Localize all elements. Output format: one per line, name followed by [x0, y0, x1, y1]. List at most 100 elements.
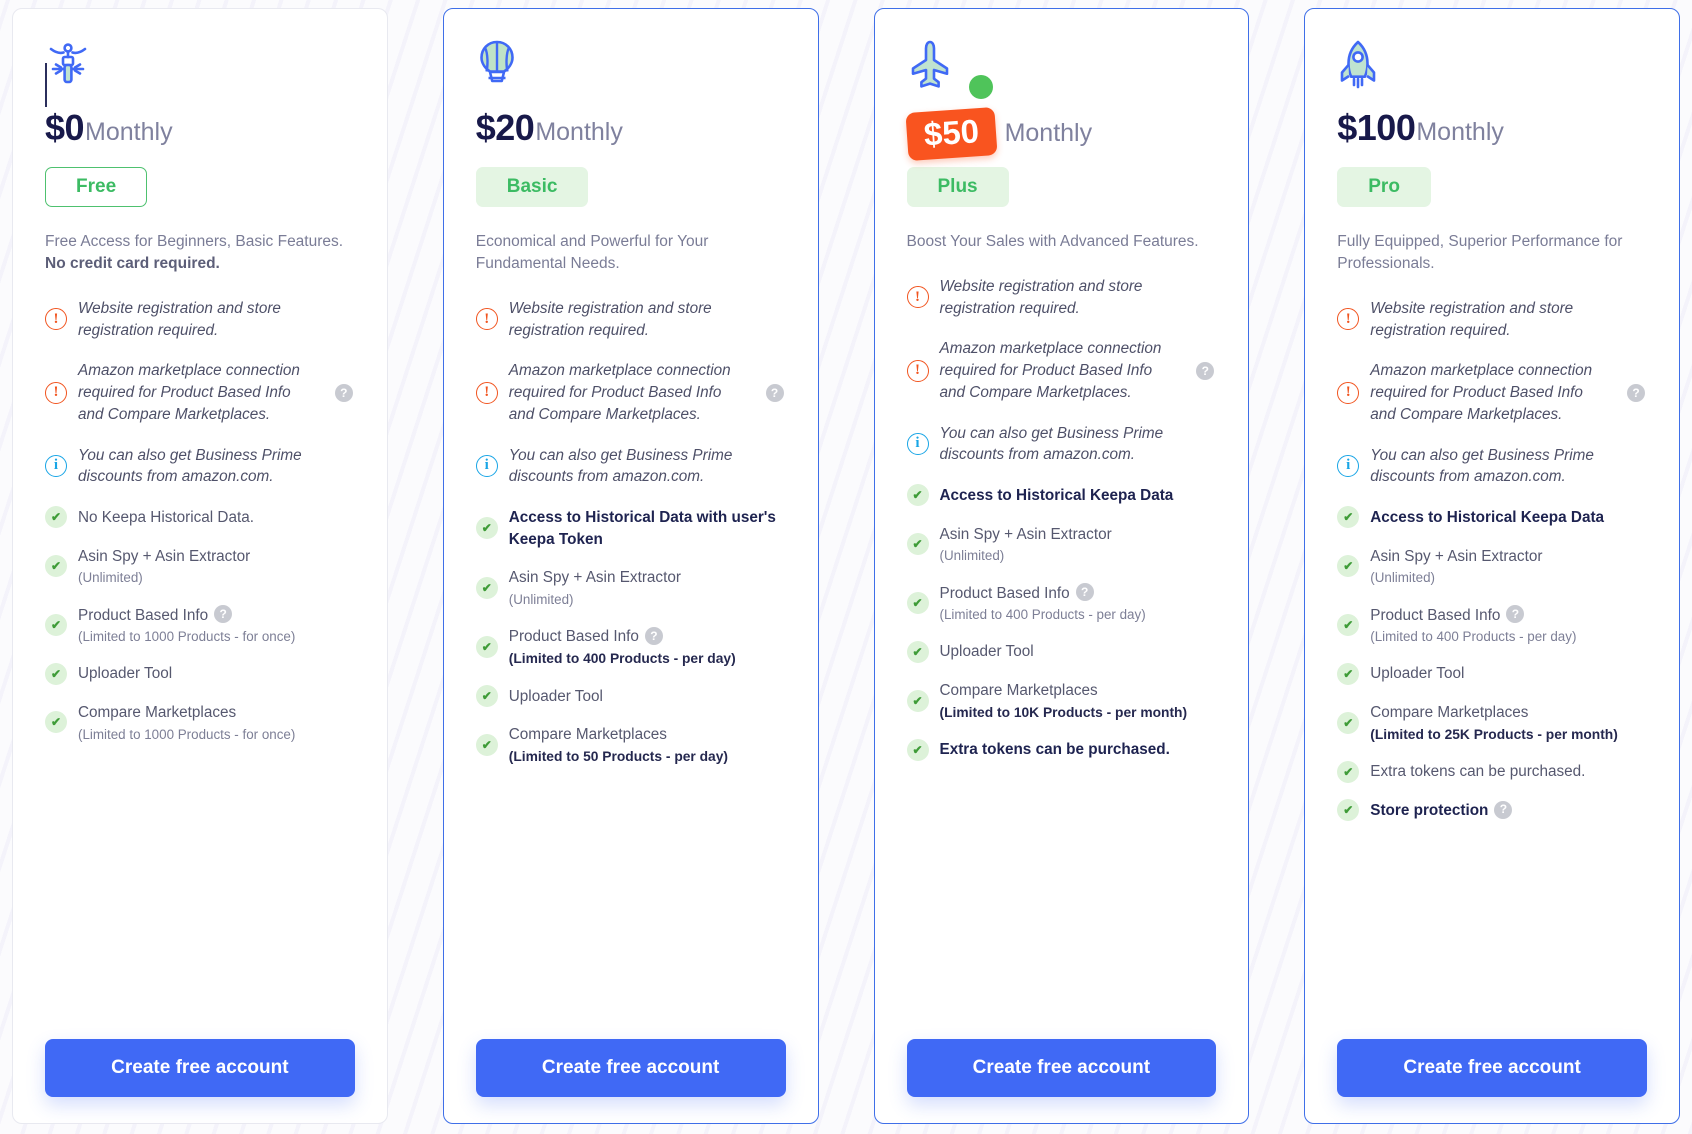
check-icon: ✔: [906, 738, 929, 761]
price-row: $50 Monthly: [904, 106, 1217, 162]
hot-air-balloon-icon: [476, 39, 786, 101]
feature-text: Extra tokens can be purchased.: [940, 738, 1170, 761]
feature-text: You can also get Business Prime discount…: [1370, 444, 1647, 488]
feature-label: Uploader Tool: [1370, 665, 1465, 683]
price-amount: $0: [45, 107, 85, 148]
price-period: Monthly: [1004, 119, 1093, 147]
feature-item: ! Website registration and store registra…: [475, 297, 786, 341]
feature-item: ! Amazon marketplace connection required …: [475, 359, 786, 425]
feature-list: ! Website registration and store registra…: [906, 275, 1217, 1039]
feature-label: Amazon marketplace connection required f…: [508, 362, 731, 423]
check-icon: ✔: [906, 533, 929, 556]
feature-item: ✔ Extra tokens can be purchased.: [906, 738, 1217, 761]
create-free-account-button[interactable]: Create free account: [475, 1039, 786, 1097]
feature-label: Extra tokens can be purchased.: [1370, 763, 1586, 781]
feature-item: ! Website registration and store registra…: [45, 297, 355, 341]
feature-item: ✔ Product Based Info? (Limited to 400 Prod…: [906, 582, 1217, 625]
price-period: Monthly: [535, 118, 623, 146]
feature-label: Asin Spy + Asin Extractor: [78, 547, 251, 565]
feature-item: ! Website registration and store registra…: [906, 275, 1217, 319]
pricing-card-pro: $100 Monthly Pro Fully Equipped, Superior P…: [1304, 8, 1680, 1124]
plan-name-badge: Free: [45, 167, 148, 207]
help-icon[interactable]: ?: [1506, 605, 1525, 624]
alert-icon: !: [906, 359, 929, 382]
create-free-account-button[interactable]: Create free account: [45, 1039, 355, 1097]
feature-text: Store protection?: [1370, 799, 1513, 822]
help-icon[interactable]: ?: [214, 605, 233, 624]
feature-item: ✔ Asin Spy + Asin Extractor (Unlimited): [1337, 545, 1647, 588]
plan-tagline-text: Economical and Powerful for Your Fundame…: [475, 233, 709, 272]
feature-text: Uploader Tool: [78, 662, 172, 685]
help-icon[interactable]: ?: [1075, 583, 1094, 602]
plan-tagline-emphasis: No credit card required.: [45, 255, 220, 272]
check-icon: ✔: [475, 684, 498, 707]
feature-sublabel: (Limited to 50 Products - per day): [508, 748, 728, 764]
feature-text: Amazon marketplace connection required f…: [940, 337, 1217, 403]
feature-text: Compare Marketplaces (Limited to 10K Prod…: [940, 679, 1188, 722]
feature-sublabel: (Limited to 400 Products - per day): [939, 607, 1146, 623]
plan-tagline: Economical and Powerful for Your Fundame…: [476, 231, 786, 275]
feature-sublabel: (Unlimited): [508, 592, 574, 608]
help-icon[interactable]: ?: [644, 627, 663, 646]
help-icon[interactable]: ?: [765, 383, 784, 402]
feature-text: You can also get Business Prime discount…: [940, 422, 1217, 466]
feature-item: ! Amazon marketplace connection required …: [1337, 359, 1647, 425]
feature-text: Access to Historical Data with user's Ke…: [509, 506, 786, 550]
feature-label: Website registration and store registrat…: [78, 300, 281, 339]
feature-sublabel: (Limited to 400 Products - per day): [1370, 629, 1577, 645]
feature-item: i You can also get Business Prime discoun…: [1337, 444, 1647, 488]
feature-sublabel: (Unlimited): [78, 570, 143, 586]
feature-label: You can also get Business Prime discount…: [1370, 446, 1594, 486]
feature-text: No Keepa Historical Data.: [78, 506, 254, 529]
alert-icon: !: [1337, 381, 1360, 404]
create-free-account-button[interactable]: Create free account: [1337, 1039, 1647, 1097]
feature-list: ! Website registration and store registra…: [475, 297, 786, 1039]
feature-label: Amazon marketplace connection required f…: [939, 340, 1162, 401]
feature-sublabel: (Limited to 400 Products - per day): [508, 650, 736, 666]
check-icon: ✔: [45, 711, 67, 734]
feature-label: Uploader Tool: [508, 687, 603, 705]
feature-label: Asin Spy + Asin Extractor: [939, 525, 1112, 543]
help-icon[interactable]: ?: [334, 383, 353, 402]
feature-item: ✔ Compare Marketplaces (Limited to 1000 Pr…: [45, 701, 355, 744]
alert-icon: !: [475, 308, 498, 331]
feature-item: ✔ Product Based Info? (Limited to 400 Prod…: [1337, 604, 1647, 647]
feature-label: No Keepa Historical Data.: [78, 509, 254, 527]
plan-name-badge: Pro: [1337, 167, 1431, 207]
price-tag-badge: $50: [904, 106, 998, 162]
help-icon[interactable]: ?: [1494, 800, 1513, 819]
feature-text: You can also get Business Prime discount…: [78, 444, 355, 488]
feature-list: ! Website registration and store registra…: [1337, 297, 1647, 1039]
feature-label: Access to Historical Keepa Data: [1370, 509, 1605, 527]
feature-label: Asin Spy + Asin Extractor: [1370, 547, 1543, 565]
feature-list: ! Website registration and store registra…: [45, 297, 355, 1039]
feature-item: ✔ Asin Spy + Asin Extractor (Unlimited): [45, 545, 355, 588]
feature-text: Uploader Tool: [1370, 662, 1464, 685]
feature-sublabel: (Unlimited): [1370, 570, 1435, 586]
feature-sublabel: (Unlimited): [939, 548, 1005, 564]
alert-icon: !: [1337, 308, 1360, 331]
help-icon[interactable]: ?: [1196, 361, 1215, 380]
feature-label: Extra tokens can be purchased.: [939, 741, 1170, 759]
feature-text: Compare Marketplaces (Limited to 50 Produ…: [509, 723, 728, 766]
feature-label: Website registration and store registrat…: [1370, 300, 1574, 339]
feature-label: Compare Marketplaces: [78, 703, 237, 721]
plan-tagline: Free Access for Beginners, Basic Feature…: [45, 231, 355, 275]
rocket-icon: [1337, 39, 1647, 101]
price-row: $20 Monthly: [476, 107, 786, 153]
plan-tagline-text: Free Access for Beginners, Basic Feature…: [45, 233, 344, 250]
feature-text: Access to Historical Keepa Data: [1370, 506, 1604, 529]
check-icon: ✔: [475, 635, 498, 658]
feature-label: Access to Historical Keepa Data: [939, 487, 1174, 505]
create-free-account-button[interactable]: Create free account: [906, 1039, 1217, 1097]
check-icon: ✔: [1337, 662, 1360, 685]
feature-item: ✔ Asin Spy + Asin Extractor (Unlimited): [475, 566, 786, 609]
feature-label: Product Based Info: [1370, 606, 1501, 624]
feature-text: Asin Spy + Asin Extractor (Unlimited): [509, 566, 681, 609]
feature-item: i You can also get Business Prime discoun…: [906, 422, 1217, 466]
pricing-card-basic: $20 Monthly Basic Economical and Powerful f…: [442, 8, 819, 1124]
pricing-plans-grid: $0 Monthly Free Free Access for Beginners, …: [0, 0, 1692, 1134]
info-icon: i: [475, 454, 498, 477]
help-icon[interactable]: ?: [1627, 383, 1645, 402]
info-icon: i: [45, 454, 67, 477]
